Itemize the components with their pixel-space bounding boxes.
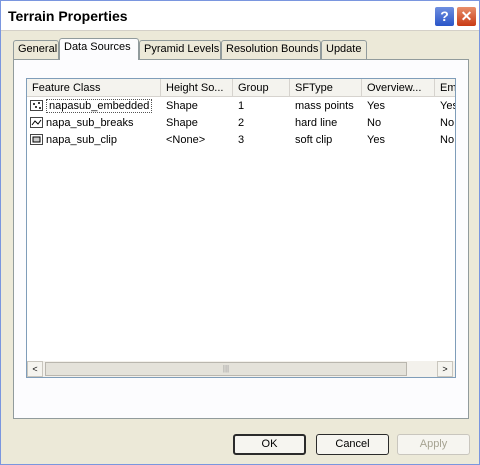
column-header-height-source[interactable]: Height So... xyxy=(161,79,233,97)
sftype-cell: hard line xyxy=(295,117,338,129)
height-source-cell: Shape xyxy=(166,117,198,129)
group-cell: 3 xyxy=(238,134,245,146)
feature-class-cell: napasub_embedded xyxy=(27,98,161,115)
close-button[interactable]: ✕ xyxy=(456,6,477,27)
cancel-button[interactable]: Cancel xyxy=(316,434,389,455)
tab-data-sources[interactable]: Data Sources xyxy=(59,38,139,60)
sftype-cell: soft clip xyxy=(295,134,333,146)
height-source-cell: <None> xyxy=(166,134,206,146)
title-bar[interactable]: Terrain Properties ? ✕ xyxy=(1,1,479,31)
column-header-embedded[interactable]: Em xyxy=(435,79,455,97)
feature-class-cell: napa_sub_breaks xyxy=(27,115,161,132)
overview-cell: Yes xyxy=(367,134,385,146)
point-feature-class-icon xyxy=(30,100,43,111)
list-header: Feature Class Height So... Group SFType … xyxy=(27,79,455,97)
column-header-feature-class[interactable]: Feature Class xyxy=(27,79,161,97)
overview-cell: No xyxy=(367,117,382,129)
tab-general[interactable]: General xyxy=(13,40,59,59)
column-header-overview[interactable]: Overview... xyxy=(362,79,435,97)
scroll-right-button[interactable]: > xyxy=(437,361,453,377)
horizontal-scrollbar[interactable]: < ||| > xyxy=(27,361,455,377)
sftype-cell: mass points xyxy=(295,100,354,112)
embedded-cell: No xyxy=(440,134,455,146)
window-title: Terrain Properties xyxy=(8,8,128,24)
data-sources-list[interactable]: Feature Class Height So... Group SFType … xyxy=(26,78,456,378)
overview-cell: Yes xyxy=(367,100,385,112)
table-row[interactable]: napa_sub_clip <None> 3 soft clip Yes No xyxy=(27,132,455,149)
feature-class-cell: napa_sub_clip xyxy=(27,132,161,149)
feature-class-name: napa_sub_clip xyxy=(46,134,117,146)
tab-resolution-bounds[interactable]: Resolution Bounds xyxy=(221,40,321,59)
line-feature-class-icon xyxy=(30,117,43,128)
data-sources-panel: Feature Class Height So... Group SFType … xyxy=(13,59,469,419)
tab-update[interactable]: Update xyxy=(321,40,367,59)
embedded-cell: Yes xyxy=(440,100,455,112)
table-row[interactable]: napa_sub_breaks Shape 2 hard line No No xyxy=(27,115,455,132)
group-cell: 1 xyxy=(238,100,245,112)
feature-class-name: napasub_embedded xyxy=(46,99,153,113)
height-source-cell: Shape xyxy=(166,100,198,112)
tab-pyramid-levels[interactable]: Pyramid Levels xyxy=(139,40,221,59)
polygon-feature-class-icon xyxy=(30,134,43,145)
column-header-group[interactable]: Group xyxy=(233,79,290,97)
group-cell: 2 xyxy=(238,117,245,129)
ok-button[interactable]: OK xyxy=(233,434,306,455)
help-button[interactable]: ? xyxy=(434,6,455,27)
scrollbar-thumb[interactable]: ||| xyxy=(45,362,407,376)
column-header-sftype[interactable]: SFType xyxy=(290,79,362,97)
feature-class-name: napa_sub_breaks xyxy=(46,117,134,129)
scroll-left-button[interactable]: < xyxy=(27,361,43,377)
apply-button[interactable]: Apply xyxy=(397,434,470,455)
table-row[interactable]: napasub_embedded Shape 1 mass points Yes… xyxy=(27,98,455,115)
embedded-cell: No xyxy=(440,117,455,129)
terrain-properties-dialog: Terrain Properties ? ✕ General Data Sour… xyxy=(0,0,480,465)
